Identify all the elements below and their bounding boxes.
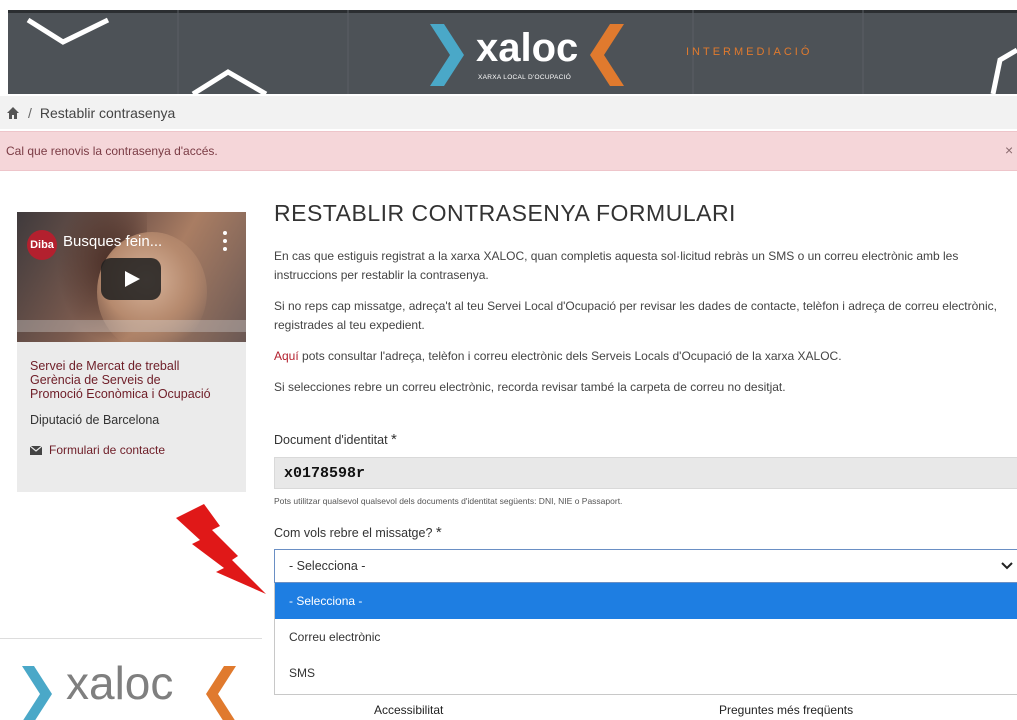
- contact-info-paragraph: Si no reps cap missatge, adreça't al teu…: [274, 299, 997, 332]
- faq-link[interactable]: Preguntes més freqüents: [719, 703, 853, 717]
- sidebar-info: Servei de Mercat de treball Gerència de …: [17, 342, 246, 492]
- option-select-placeholder[interactable]: - Selecciona -: [275, 583, 1017, 619]
- alert-text: Cal que renovis la contrasenya d'accés.: [6, 144, 218, 158]
- select-value: - Selecciona -: [289, 559, 366, 573]
- organization-line: Gerència de Serveis de: [30, 373, 161, 387]
- organization-line: Servei de Mercat de treball: [30, 359, 180, 373]
- section-tag: INTERMEDIACIÓ: [686, 46, 813, 58]
- alert-message: Cal que renovis la contrasenya d'accés. …: [0, 131, 1017, 171]
- footer-logo: xaloc: [16, 656, 246, 720]
- page-title: RESTABLIR CONTRASENYA FORMULARI: [274, 200, 736, 226]
- more-vertical-icon[interactable]: [222, 230, 228, 252]
- organization-line: Promoció Econòmica i Ocupació: [30, 387, 211, 401]
- chevron-right-brand-icon: [430, 24, 464, 86]
- message-method-label: Com vols rebre el missatge? *: [274, 524, 442, 541]
- home-icon[interactable]: [6, 106, 20, 120]
- video-title: Busques fein...: [63, 233, 163, 250]
- chevron-right-brand-icon: [22, 666, 52, 720]
- option-email[interactable]: Correu electrònic: [275, 619, 1017, 655]
- offices-text: pots consultar l'adreça, telèfon i corre…: [298, 349, 842, 363]
- document-label: Document d'identitat *: [274, 431, 397, 448]
- document-help-text: Pots utilitzar qualsevol qualsevol dels …: [274, 496, 623, 506]
- xaloc-logo[interactable]: xaloc XARXA LOCAL D'OCUPACIÓ: [428, 22, 628, 88]
- channel-badge: Diba: [27, 230, 57, 260]
- footer-wordmark: xaloc: [66, 657, 174, 709]
- annotation-arrow-icon: [176, 504, 266, 594]
- chevron-left-brand-icon: [206, 666, 236, 720]
- document-input[interactable]: x0178598r: [274, 457, 1017, 489]
- sidebar-divider: [0, 638, 262, 639]
- organization-name: Servei de Mercat de treball Gerència de …: [30, 359, 233, 401]
- offices-link[interactable]: Aquí: [274, 349, 299, 363]
- close-icon[interactable]: ×: [1005, 142, 1017, 158]
- video-thumbnail[interactable]: Diba Busques fein...: [17, 212, 246, 342]
- accessibility-link[interactable]: Accessibilitat: [374, 703, 443, 717]
- spam-reminder-paragraph: Si selecciones rebre un correu electròni…: [274, 380, 786, 394]
- footer-links: Accessibilitat Preguntes més freqüents: [274, 699, 1017, 720]
- brand-wordmark: xaloc: [476, 26, 579, 70]
- video-caption-strip: [17, 320, 246, 332]
- play-icon[interactable]: [101, 258, 161, 300]
- required-mark: *: [435, 524, 442, 541]
- contact-form-label[interactable]: Formulari de contacte: [49, 443, 165, 457]
- breadcrumb: / Restablir contrasenya: [0, 96, 1017, 129]
- chevron-left-brand-icon: [590, 24, 624, 86]
- header-banner: xaloc XARXA LOCAL D'OCUPACIÓ INTERMEDIAC…: [8, 10, 1017, 94]
- message-method-label-text: Com vols rebre el missatge?: [274, 526, 433, 540]
- document-label-text: Document d'identitat: [274, 433, 388, 447]
- diputacio-name: Diputació de Barcelona: [30, 413, 160, 427]
- main-content: RESTABLIR CONTRASENYA FORMULARI En cas q…: [274, 200, 1017, 397]
- breadcrumb-current: Restablir contrasenya: [39, 104, 176, 121]
- message-method-select[interactable]: - Selecciona -: [274, 549, 1017, 583]
- instructions-paragraph: En cas que estiguis registrat a la xarxa…: [274, 249, 959, 282]
- option-sms[interactable]: SMS: [275, 655, 1017, 691]
- breadcrumb-separator: /: [28, 104, 32, 121]
- message-method-options: - Selecciona - Correu electrònic SMS: [274, 583, 1017, 695]
- chevron-down-icon: [1001, 562, 1013, 570]
- offices-paragraph: Aquí pots consultar l'adreça, telèfon i …: [274, 347, 1017, 366]
- brand-subtitle: XARXA LOCAL D'OCUPACIÓ: [478, 74, 572, 81]
- envelope-icon: [30, 445, 42, 455]
- contact-form-link[interactable]: Formulari de contacte: [30, 443, 233, 457]
- required-mark: *: [391, 431, 397, 448]
